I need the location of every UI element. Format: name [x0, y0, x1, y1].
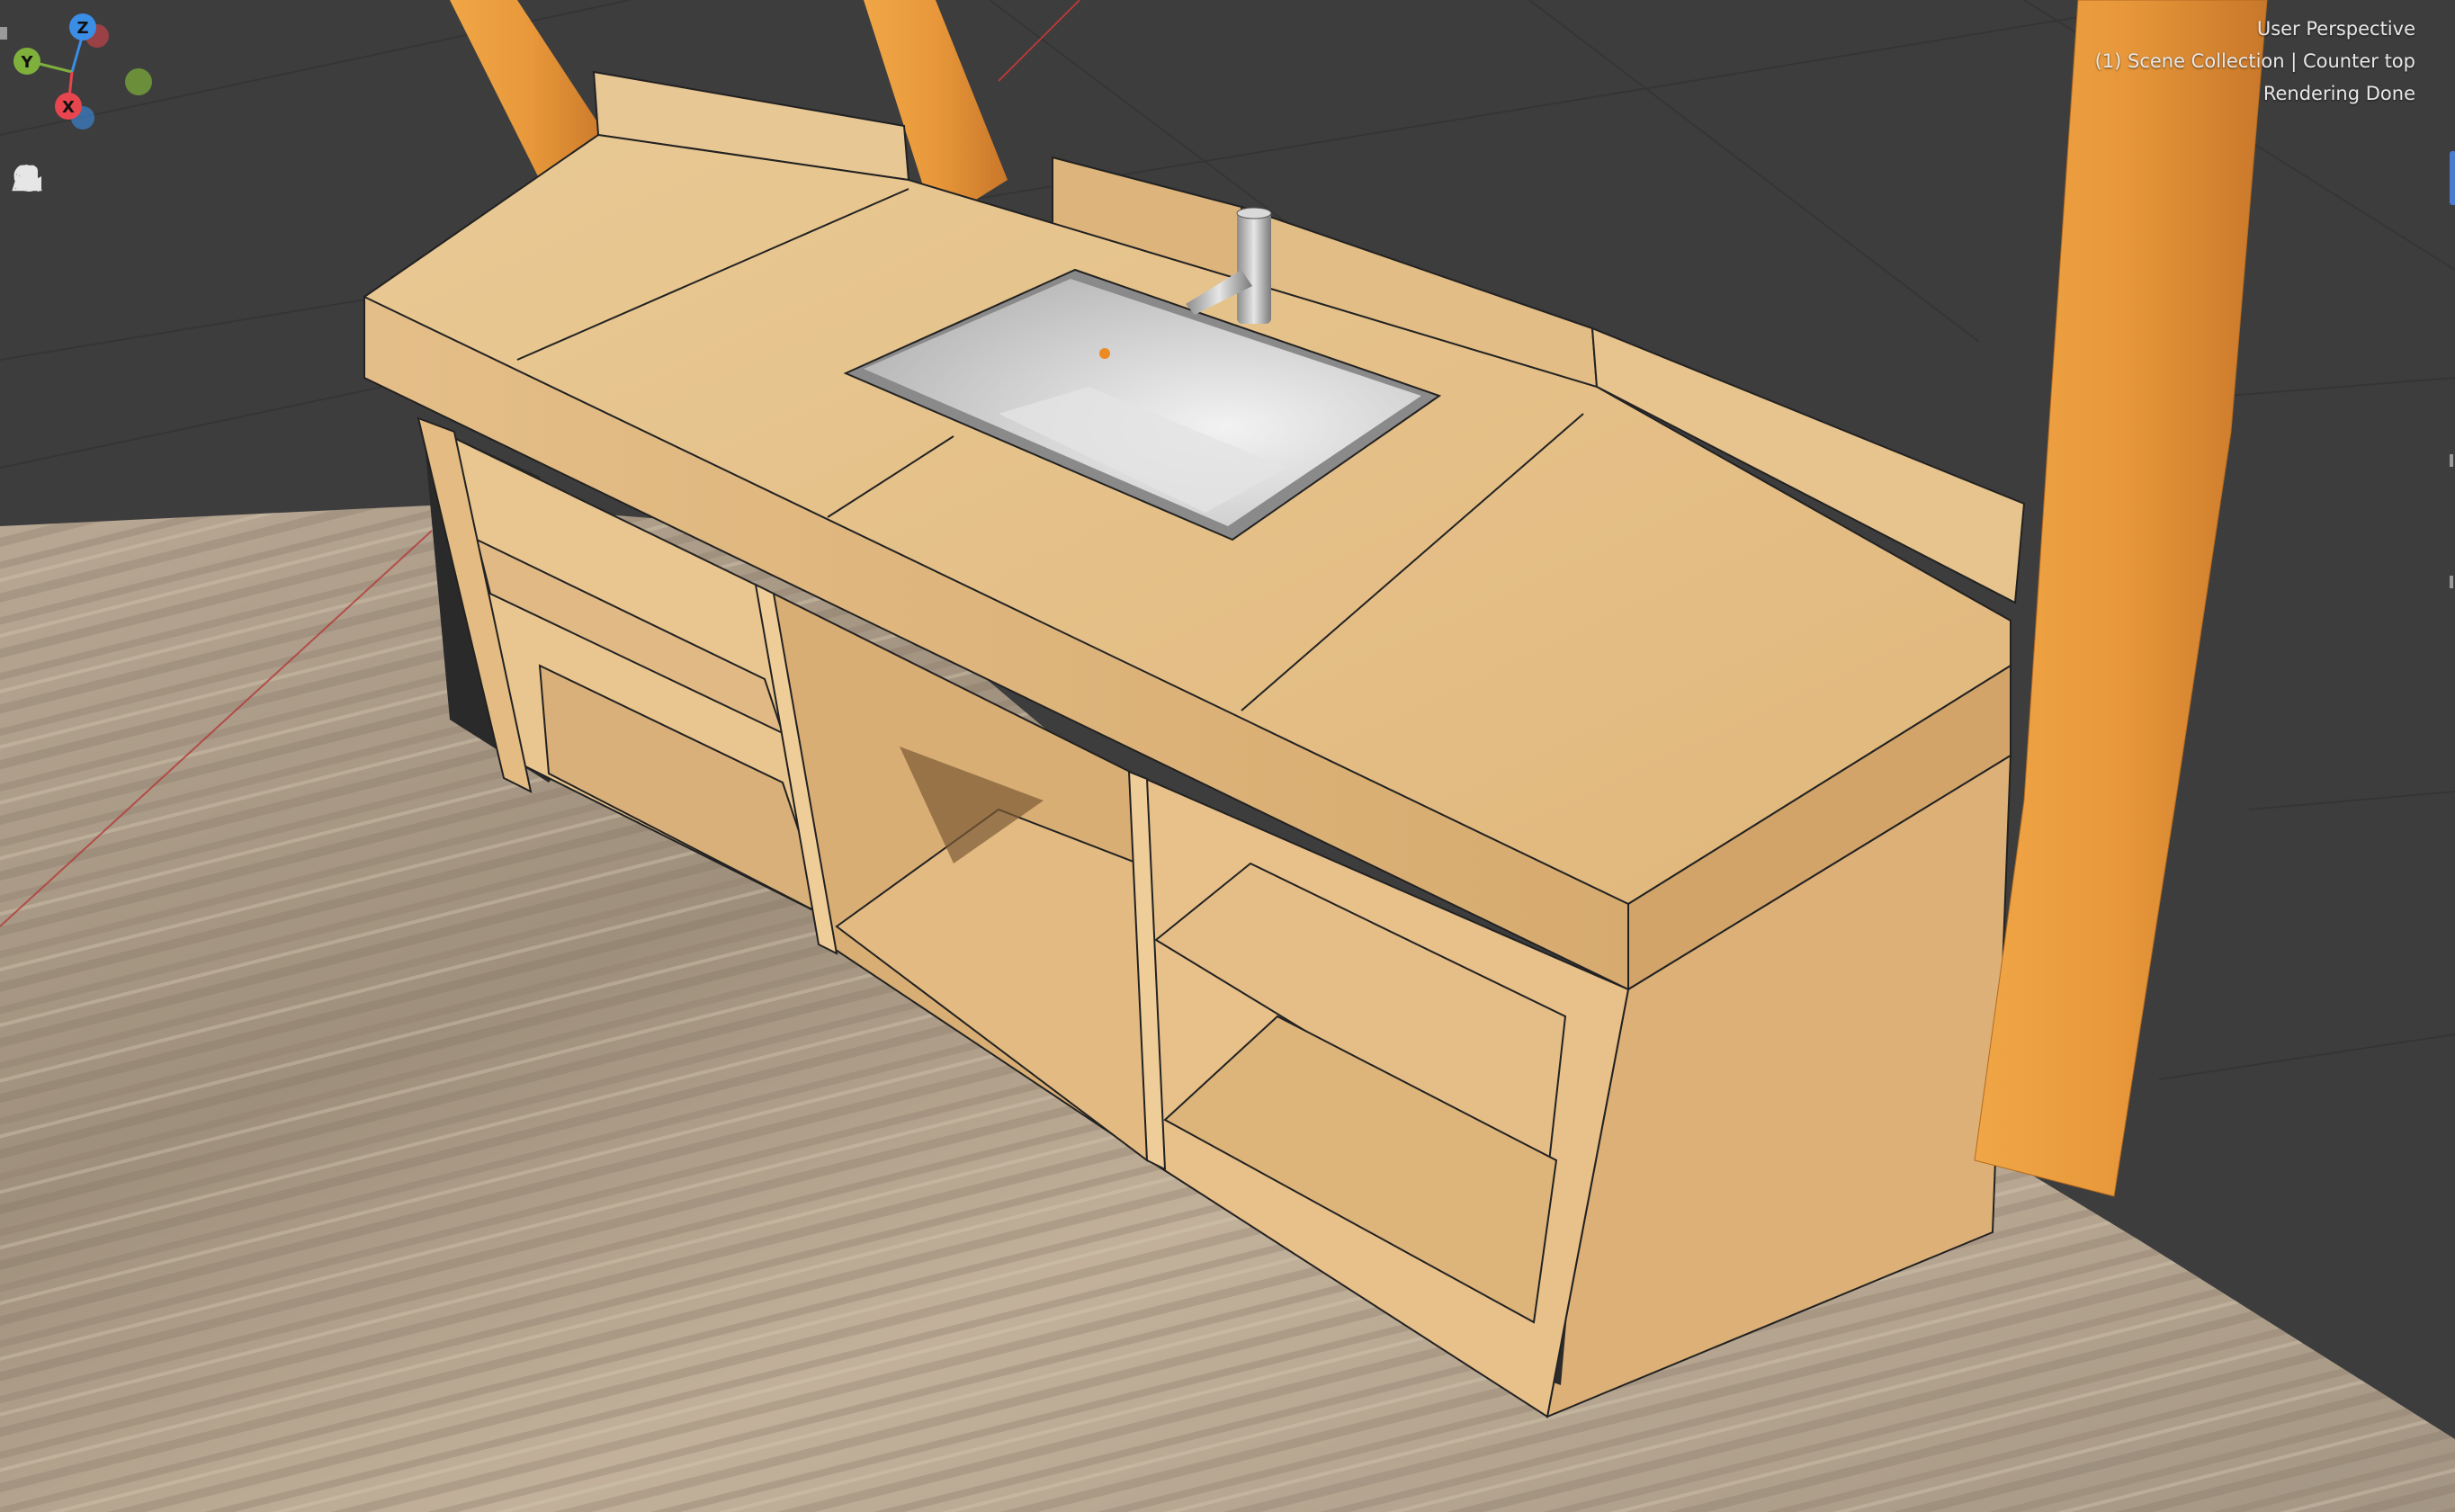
navigation-gizmo[interactable]: Z Y X: [0, 0, 171, 144]
grid-ortho-icon: [12, 165, 42, 192]
viewport-info: User Perspective (1) Scene Collection | …: [2095, 13, 2415, 110]
sidebar-toggle-tab[interactable]: [2450, 151, 2455, 205]
3d-viewport[interactable]: Z Y X User Perspective (1) Scene Collect…: [0, 0, 2455, 1512]
gizmo-x-label: X: [62, 98, 75, 117]
gizmo-y-label: Y: [20, 53, 33, 72]
right-edge-marker: [2450, 576, 2453, 588]
perspective-label: User Perspective: [2256, 18, 2415, 40]
pan-button[interactable]: [11, 165, 56, 261]
navigation-tools: [11, 162, 56, 378]
scene-render: [0, 0, 2455, 1512]
right-edge-marker: [2450, 454, 2453, 467]
gizmo-z-label: Z: [76, 19, 88, 38]
left-edge-marker: [0, 27, 7, 40]
collection-label: (1) Scene Collection | Counter top: [2094, 50, 2415, 72]
perspective-toggle-button[interactable]: [11, 165, 56, 369]
status-label: Rendering Done: [2262, 83, 2415, 104]
camera-view-button[interactable]: [11, 166, 56, 315]
